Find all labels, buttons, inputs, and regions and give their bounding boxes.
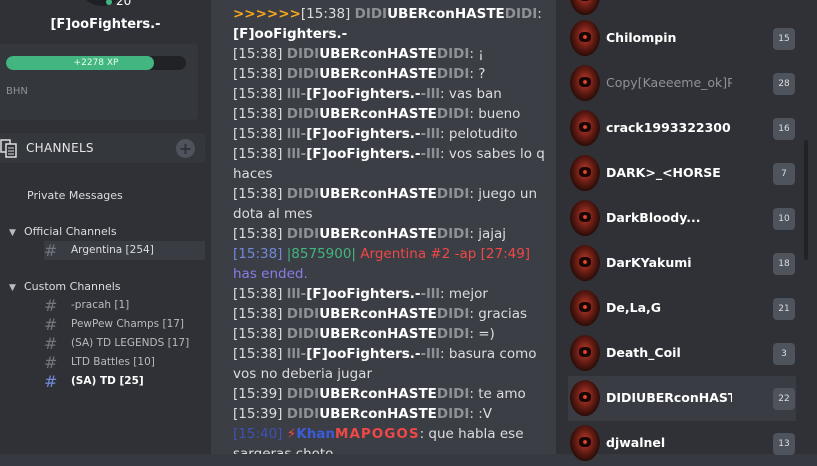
user-avatar-icon: [570, 425, 600, 461]
hash-icon: #: [44, 372, 58, 391]
level-badge: 7: [773, 163, 795, 185]
user-row[interactable]: Chilompin 15: [568, 16, 796, 61]
chat-message-cont: haces: [233, 166, 273, 182]
chat-message: [15:38] lll-[F]ooFighters.--lll: basura …: [233, 346, 537, 362]
channel-item[interactable]: # (SA) TD LEGENDS [17]: [44, 334, 205, 353]
channels-header: CHANNELS +: [0, 133, 205, 163]
hash-icon: #: [44, 315, 58, 334]
add-channel-button[interactable]: +: [176, 139, 195, 158]
user-row[interactable]: Copy[Kaeeeme_ok]P· 28: [568, 61, 796, 106]
user-avatar-icon: [570, 155, 600, 191]
chat-message: [15:39] DIDIUBERconHASTEDIDI: te amo: [233, 386, 526, 402]
chat-message: [15:38] DIDIUBERconHASTEDIDI: gracias: [233, 306, 528, 322]
chat-message: [15:39] DIDIUBERconHASTEDIDI: :V: [233, 406, 492, 422]
user-avatar-icon: [570, 245, 600, 281]
user-avatar-icon: [570, 290, 600, 326]
status-dot-icon: [106, 0, 112, 5]
level-badge: 16: [773, 118, 795, 140]
hash-icon: #: [44, 296, 58, 315]
chat-message: [15:38] DIDIUBERconHASTEDIDI: ?: [233, 66, 486, 82]
custom-channels-category[interactable]: ▼ Custom Channels: [9, 280, 121, 293]
lightning-icon: ⚡: [286, 426, 297, 442]
level-badge: 18: [773, 253, 795, 275]
chat-message: [15:38] DIDIUBERconHASTEDIDI: bueno: [233, 106, 521, 122]
level-badge: 21: [773, 298, 795, 320]
user-avatar-icon: [570, 110, 600, 146]
user-avatar-icon: [570, 380, 600, 416]
private-messages-link[interactable]: Private Messages: [27, 189, 123, 202]
user-row[interactable]: crack1993322300 16: [568, 106, 796, 151]
hash-icon: #: [44, 241, 58, 260]
user-avatar-icon: [570, 335, 600, 371]
user-xp-small: 20: [106, 0, 131, 8]
chat-message-cont: vos no deberia jugar: [233, 366, 372, 382]
channel-list-icon: [0, 139, 17, 158]
user-avatar-icon: [570, 200, 600, 236]
channel-item[interactable]: # PewPew Champs [17]: [44, 315, 205, 334]
hash-icon: #: [44, 353, 58, 372]
channel-item[interactable]: # -pracah [1]: [44, 296, 205, 315]
channels-title: CHANNELS: [26, 141, 94, 155]
user-list: Chilompin 15 Copy[Kaeeeme_ok]P· 28 crack19…: [556, 0, 817, 461]
level-badge: 3: [773, 343, 795, 365]
user-row[interactable]: DarKYakumi 18: [568, 241, 796, 286]
system-message: [15:38] |8575900| Argentina #2 -ap [27:4…: [233, 246, 531, 262]
hash-icon: #: [44, 334, 58, 353]
xp-label: +2278 XP: [73, 58, 119, 68]
user-list-scrollbar[interactable]: [804, 140, 808, 260]
user-row[interactable]: DARK>_<HORSE 7: [568, 151, 796, 196]
chat-log: >>>>>>[15:38] DIDIUBERconHASTEDIDI: [F]o…: [211, 0, 556, 454]
chat-message: [15:38] lll-[F]ooFighters.--lll: mejor: [233, 286, 488, 302]
chat-message: [15:38] DIDIUBERconHASTEDIDI: ¡: [233, 46, 484, 62]
level-badge: 28: [773, 73, 795, 95]
channel-item[interactable]: # Argentina [254]: [44, 241, 205, 260]
chat-message: [15:38] DIDIUBERconHASTEDIDI: jajaj: [233, 226, 506, 242]
chat-message: [15:38] lll-[F]ooFighters.--lll: vos sab…: [233, 146, 545, 162]
level-badge: 13: [773, 433, 795, 455]
chevron-down-icon: ▼: [9, 228, 16, 238]
chat-message: [15:40] ⚡KhanMAPOGOS: que habla ese: [233, 426, 524, 442]
level-badge: 10: [773, 208, 795, 230]
xp-panel: +2278 XP BHN: [0, 44, 198, 120]
user-avatar-icon: [570, 0, 600, 15]
xp-progress-bar: +2278 XP: [6, 56, 186, 70]
level-badge: 15: [773, 28, 795, 50]
server-tag: BHN: [6, 86, 28, 97]
chat-message: >>>>>>[15:38] DIDIUBERconHASTEDIDI:: [233, 6, 542, 22]
username: [F]ooFighters.-: [50, 17, 161, 32]
chat-message: [15:38] lll-[F]ooFighters.--lll: vas ban: [233, 86, 502, 102]
chat-message-cont: sargeras choto: [233, 446, 334, 454]
chevron-down-icon: ▼: [9, 283, 16, 293]
chat-message: [F]ooFighters.-: [233, 26, 348, 42]
channel-item[interactable]: # LTD Battles [10]: [44, 353, 205, 372]
user-row[interactable]: Death_Coil 3: [568, 331, 796, 376]
user-avatar-icon: [570, 20, 600, 56]
system-message-cont: has ended.: [233, 266, 308, 282]
official-channels-category[interactable]: ▼ Official Channels: [9, 225, 117, 238]
level-badge: 22: [773, 388, 795, 410]
chat-message-cont: dota al mes: [233, 206, 313, 222]
chat-message: [15:38] DIDIUBERconHASTEDIDI: juego un: [233, 186, 538, 202]
chat-message: [15:38] DIDIUBERconHASTEDIDI: =): [233, 326, 495, 342]
user-row-selected[interactable]: DIDIUBERconHASTED22: [568, 376, 796, 421]
chat-message: [15:38] lll-[F]ooFighters.--lll: pelotud…: [233, 126, 518, 142]
user-row[interactable]: DarkBloody... 10: [568, 196, 796, 241]
left-sidebar: 20 [F]ooFighters.- +2278 XP BHN CHANNELS…: [0, 0, 211, 454]
user-avatar-icon: [570, 65, 600, 101]
channel-item-selected[interactable]: # (SA) TD [25]: [44, 372, 205, 391]
user-row[interactable]: djwalnel 13: [568, 421, 796, 466]
user-row[interactable]: De,La,G 21: [568, 286, 796, 331]
